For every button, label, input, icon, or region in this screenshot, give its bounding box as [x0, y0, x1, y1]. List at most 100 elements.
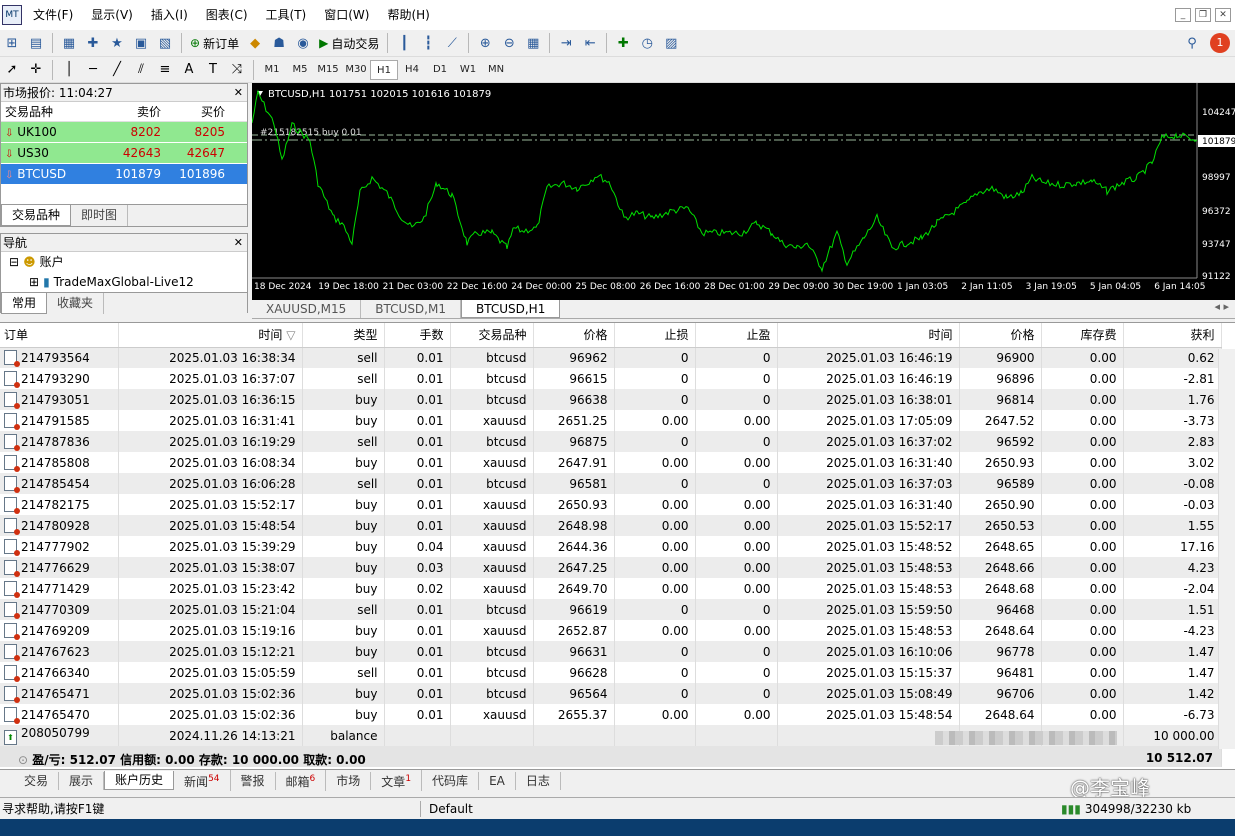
zoom-in-icon[interactable]: ⊕	[474, 32, 496, 54]
col-close-time[interactable]: 时间	[777, 323, 960, 348]
data-window-icon[interactable]: ✚	[82, 32, 104, 54]
price-chart[interactable]: BTCUSD,H1 101751 102015 101616 101879 #2…	[251, 83, 1235, 300]
label-icon[interactable]: T	[202, 59, 224, 81]
tester-icon[interactable]: ▧	[154, 32, 176, 54]
terminal-tab[interactable]: 展示	[59, 771, 105, 790]
periods-icon[interactable]: ◷	[636, 32, 658, 54]
quote-row-us30[interactable]: ⇩ US30 42643 42647	[1, 143, 247, 163]
table-row[interactable]: 214793290 2025.01.03 16:37:07 sell 0.01 btcu…	[0, 368, 1222, 389]
tab-favorites[interactable]: 收藏夹	[47, 293, 105, 314]
menu-file[interactable]: 文件(F)	[24, 0, 82, 30]
channel-icon[interactable]: ⫽	[130, 59, 152, 81]
close-icon[interactable]: ✕	[234, 84, 243, 102]
tf-m1[interactable]: M1	[258, 60, 286, 80]
templates-icon[interactable]: ▨	[660, 32, 682, 54]
notification-icon[interactable]: 1	[1210, 33, 1230, 53]
search-icon[interactable]: ⚲	[1181, 32, 1203, 54]
chart-shift-icon[interactable]: ⇤	[579, 32, 601, 54]
bar-chart-icon[interactable]: ┃	[393, 32, 415, 54]
table-row[interactable]: 214771429 2025.01.03 15:23:42 buy 0.02 xauus…	[0, 578, 1222, 599]
table-row[interactable]: 214770309 2025.01.03 15:21:04 sell 0.01 btcu…	[0, 599, 1222, 620]
col-tp[interactable]: 止盈	[695, 323, 778, 348]
terminal-tab[interactable]: 交易	[14, 771, 60, 790]
profiles-icon[interactable]: ▤	[25, 32, 47, 54]
trendline-icon[interactable]: ╱	[106, 59, 128, 81]
tf-w1[interactable]: W1	[454, 60, 482, 80]
tf-h1[interactable]: H1	[370, 59, 398, 80]
terminal-tab[interactable]: 警报	[231, 771, 276, 790]
candlestick-icon[interactable]: ┇	[417, 32, 439, 54]
new-order-button[interactable]: ⊕ 新订单	[186, 35, 243, 52]
vertical-line-icon[interactable]: │	[58, 59, 80, 81]
tf-m30[interactable]: M30	[342, 60, 370, 80]
terminal-tab[interactable]: EA	[479, 771, 516, 790]
tab-symbols[interactable]: 交易品种	[1, 205, 72, 226]
shapes-icon[interactable]: ⤨	[226, 59, 248, 81]
terminal-tab[interactable]: 日志	[516, 771, 561, 790]
tree-collapse-icon[interactable]: ⊟	[9, 252, 19, 272]
table-row[interactable]: 214791585 2025.01.03 16:31:41 buy 0.01 xauus…	[0, 410, 1222, 431]
auto-trading-button[interactable]: ▶ 自动交易	[315, 35, 383, 52]
tf-m5[interactable]: M5	[286, 60, 314, 80]
terminal-tab[interactable]: 邮箱6	[276, 770, 327, 791]
app-icon[interactable]: MT	[2, 5, 22, 25]
vertical-scrollbar[interactable]	[1218, 349, 1235, 749]
tree-expand-icon[interactable]: ⊞	[29, 272, 39, 292]
chart-tab-xauusd-m15[interactable]: XAUUSD,M15	[252, 300, 362, 318]
menu-insert[interactable]: 插入(I)	[142, 0, 197, 30]
chart-tab-btcusd-m1[interactable]: BTCUSD,M1	[361, 300, 461, 318]
table-row[interactable]: 214766340 2025.01.03 15:05:59 sell 0.01 btcu…	[0, 662, 1222, 683]
col-type[interactable]: 类型	[302, 323, 385, 348]
table-row[interactable]: 214785454 2025.01.03 16:06:28 sell 0.01 btcu…	[0, 473, 1222, 494]
indicators-icon[interactable]: ✚	[612, 32, 634, 54]
col-open-price[interactable]: 价格	[533, 323, 615, 348]
table-row[interactable]: 214785808 2025.01.03 16:08:34 buy 0.01 xauus…	[0, 452, 1222, 473]
cursor-icon[interactable]: ➚	[1, 59, 23, 81]
restore-icon[interactable]: ❐	[1195, 8, 1211, 22]
nav-accounts[interactable]: ⊟ ☻ 账户	[1, 252, 247, 272]
col-sl[interactable]: 止损	[614, 323, 696, 348]
navigator-icon[interactable]: ★	[106, 32, 128, 54]
table-row[interactable]: 214767623 2025.01.03 15:12:21 buy 0.01 btcus…	[0, 641, 1222, 662]
quote-row-btcusd[interactable]: ⇩ BTCUSD 101879 101896	[1, 164, 247, 184]
table-row[interactable]: 214776629 2025.01.03 15:38:07 buy 0.03 xauus…	[0, 557, 1222, 578]
table-row[interactable]: 214769209 2025.01.03 15:19:16 buy 0.01 xauus…	[0, 620, 1222, 641]
terminal-icon[interactable]: ▣	[130, 32, 152, 54]
table-row[interactable]: 214765471 2025.01.03 15:02:36 buy 0.01 btcus…	[0, 683, 1222, 704]
menu-view[interactable]: 显示(V)	[82, 0, 142, 30]
col-close-price[interactable]: 价格	[959, 323, 1042, 348]
terminal-tab[interactable]: 账户历史	[104, 771, 175, 790]
menu-tools[interactable]: 工具(T)	[257, 0, 316, 30]
col-profit[interactable]: 获利	[1123, 323, 1222, 348]
terminal-tab[interactable]: 代码库	[422, 771, 480, 790]
chart-tab-btcusd-h1[interactable]: BTCUSD,H1	[460, 300, 561, 318]
table-row[interactable]: 214780928 2025.01.03 15:48:54 buy 0.01 xauus…	[0, 515, 1222, 536]
table-row[interactable]: 214782175 2025.01.03 15:52:17 buy 0.01 xauus…	[0, 494, 1222, 515]
terminal-tab[interactable]: 市场	[326, 771, 372, 790]
col-volume[interactable]: 手数	[384, 323, 451, 348]
new-chart-icon[interactable]: ⊞	[1, 32, 23, 54]
market-icon[interactable]: ◉	[292, 32, 314, 54]
menu-help[interactable]: 帮助(H)	[378, 0, 438, 30]
autoscroll-icon[interactable]: ⇥	[555, 32, 577, 54]
line-chart-icon[interactable]: ⟋	[441, 32, 463, 54]
scroll-arrows-icon[interactable]: ◂ ▸	[1214, 300, 1229, 313]
table-row[interactable]: 214765470 2025.01.03 15:02:36 buy 0.01 xauus…	[0, 704, 1222, 725]
tf-mn[interactable]: MN	[482, 60, 510, 80]
table-row[interactable]: 214793051 2025.01.03 16:36:15 buy 0.01 btcus…	[0, 389, 1222, 410]
close-icon[interactable]: ✕	[234, 234, 243, 252]
zoom-out-icon[interactable]: ⊖	[498, 32, 520, 54]
menu-window[interactable]: 窗口(W)	[315, 0, 378, 30]
market-watch-icon[interactable]: ▦	[58, 32, 80, 54]
table-row[interactable]: 214793564 2025.01.03 16:38:34 sell 0.01 btcu…	[0, 347, 1222, 368]
close-icon[interactable]: ✕	[1215, 8, 1231, 22]
horizontal-line-icon[interactable]: ─	[82, 59, 104, 81]
table-row[interactable]: 214777902 2025.01.03 15:39:29 buy 0.04 xauus…	[0, 536, 1222, 557]
tab-tick-chart[interactable]: 即时图	[71, 205, 129, 226]
quote-row-uk100[interactable]: ⇩ UK100 8202 8205	[1, 122, 247, 142]
tf-h4[interactable]: H4	[398, 60, 426, 80]
table-row[interactable]: 214787836 2025.01.03 16:19:29 sell 0.01 btcu…	[0, 431, 1222, 452]
tab-common[interactable]: 常用	[1, 293, 48, 314]
minimize-icon[interactable]: _	[1175, 8, 1191, 22]
text-icon[interactable]: A	[178, 59, 200, 81]
